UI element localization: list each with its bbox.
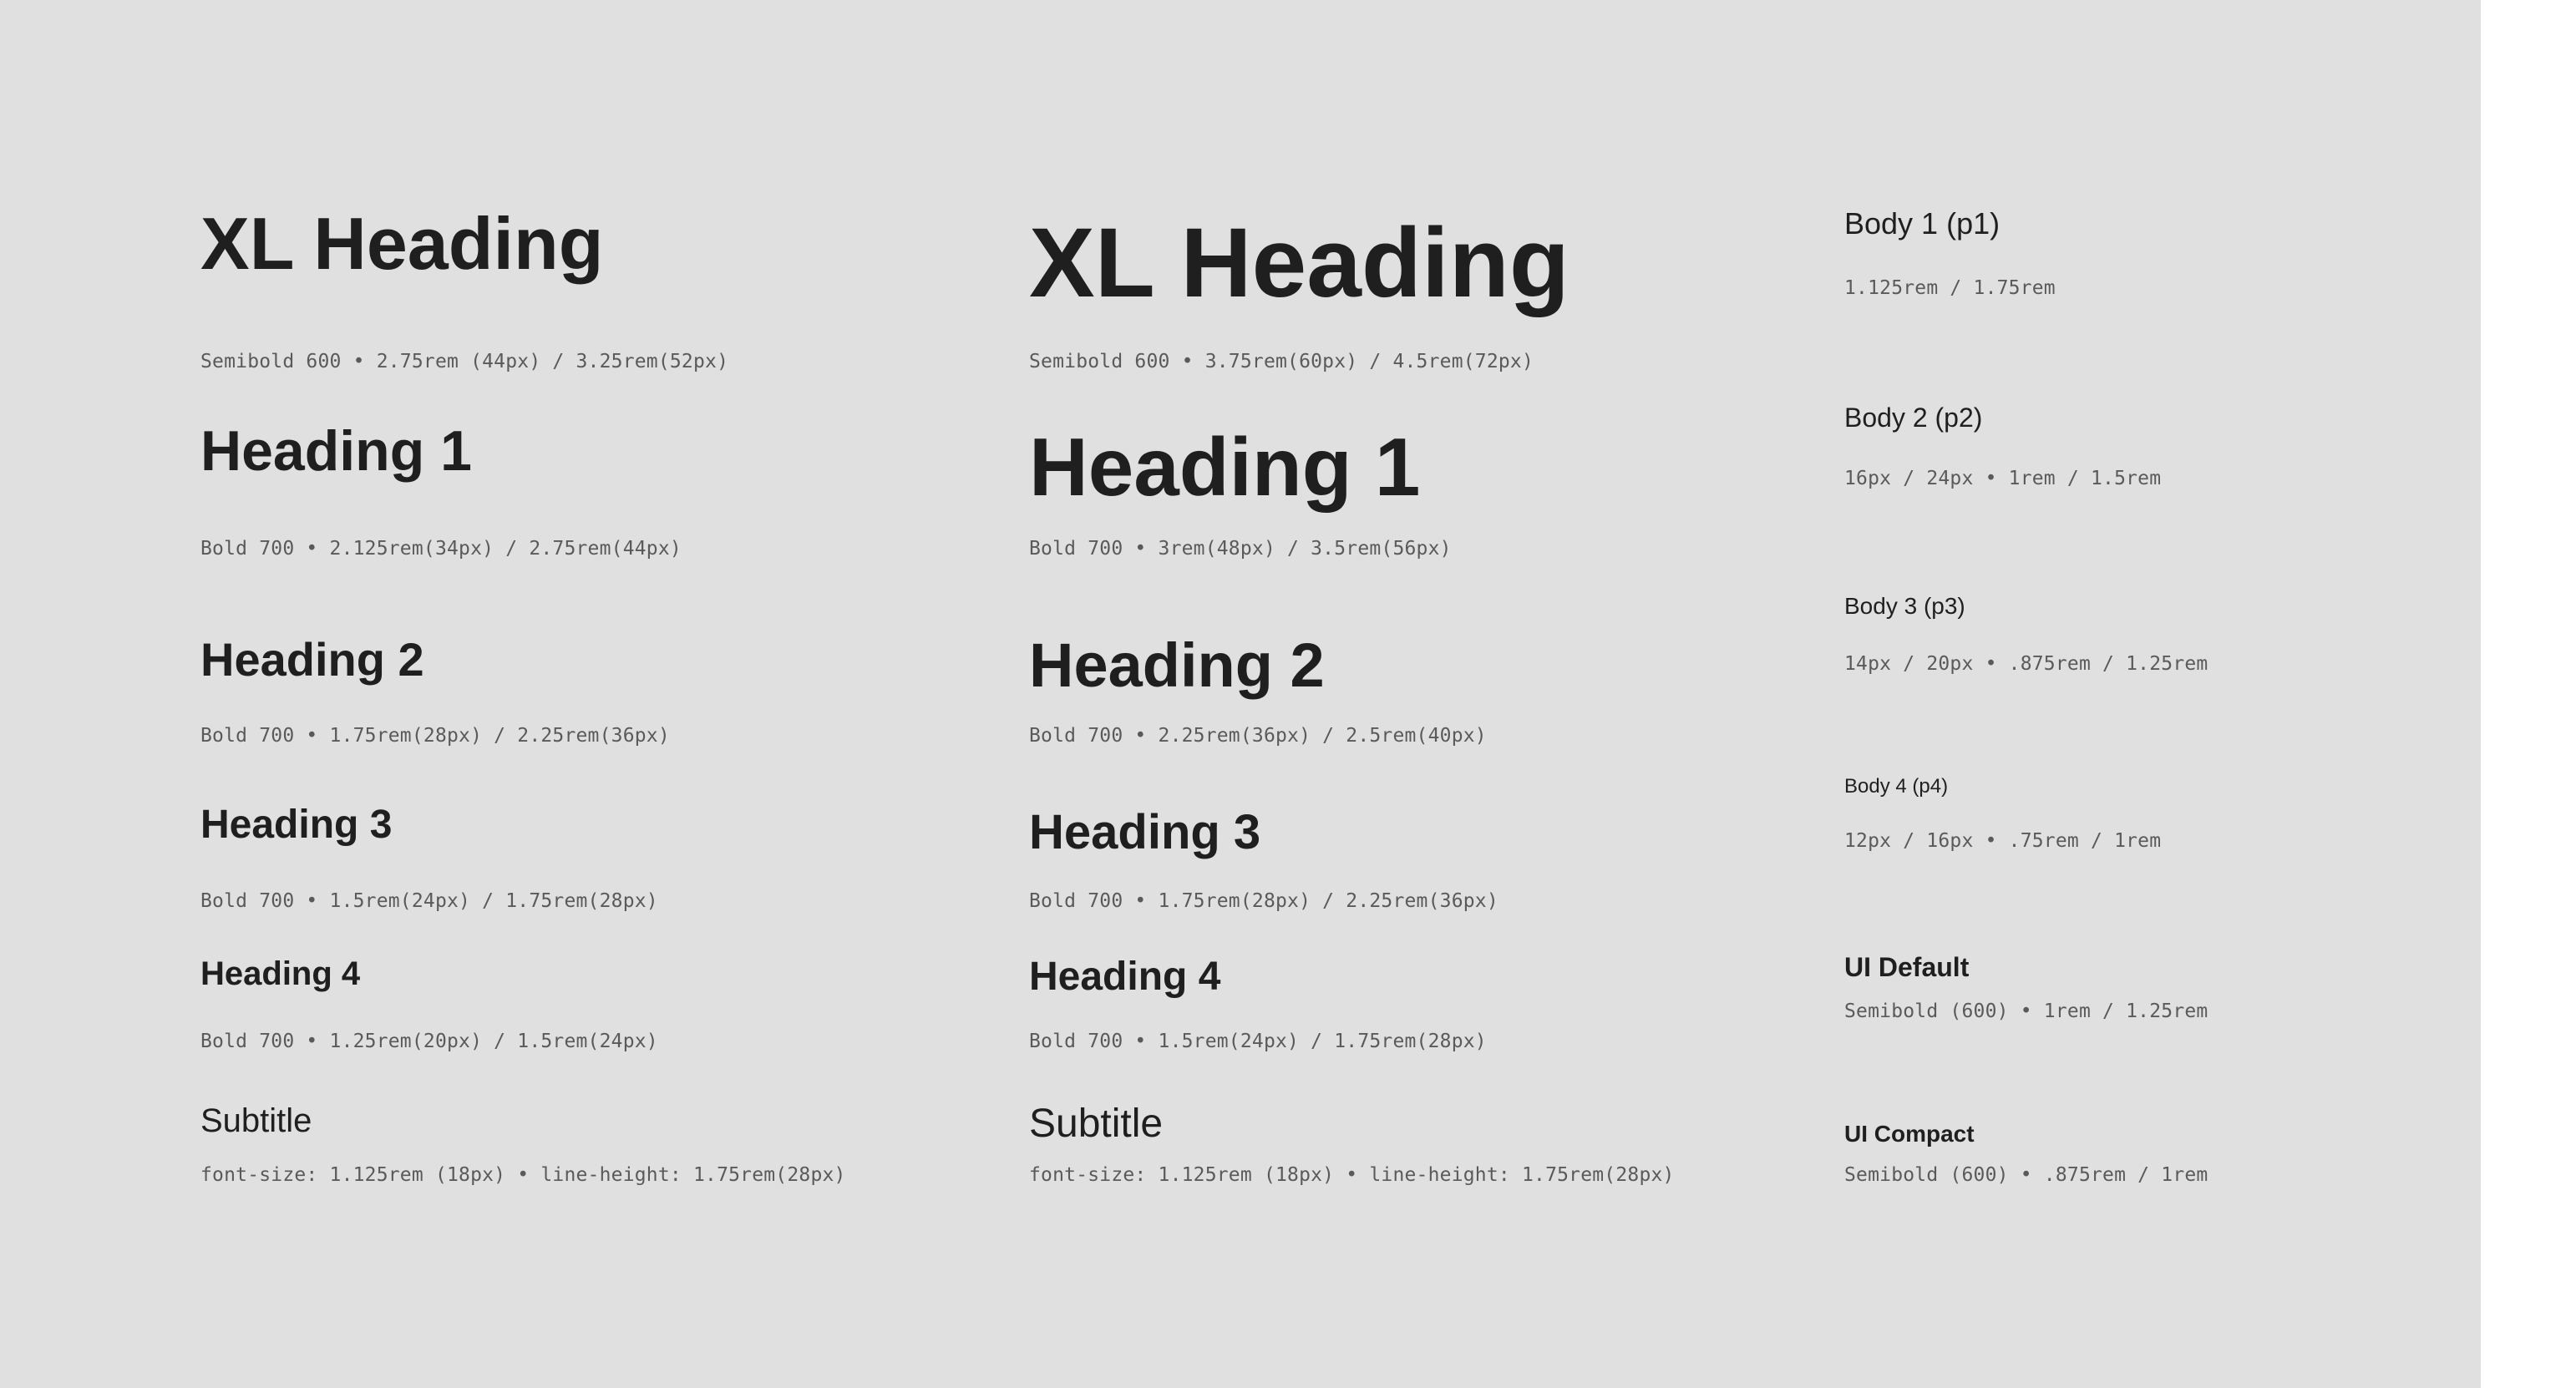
small-xl-heading-spec: Semibold 600 • 2.75rem (44px) / 3.25rem(…: [200, 351, 729, 372]
large-heading-4-spec: Bold 700 • 1.5rem(24px) / 1.75rem(28px): [1029, 1031, 1487, 1052]
large-heading-2-sample: Heading 2: [1029, 631, 1325, 700]
small-heading-3-sample: Heading 3: [200, 803, 393, 847]
body-1-sample: Body 1 (p1): [1844, 206, 2000, 241]
body-4-spec: 12px / 16px • .75rem / 1rem: [1844, 830, 2162, 852]
small-heading-3-spec: Bold 700 • 1.5rem(24px) / 1.75rem(28px): [200, 890, 658, 912]
body-4-sample: Body 4 (p4): [1844, 775, 1949, 798]
small-xl-heading-sample: XL Heading: [200, 202, 604, 285]
ui-compact-spec: Semibold (600) • .875rem / 1rem: [1844, 1164, 2208, 1186]
ui-compact-sample: UI Compact: [1844, 1121, 1975, 1147]
small-subtitle-spec: font-size: 1.125rem (18px) • line-height…: [200, 1164, 846, 1186]
small-heading-2-spec: Bold 700 • 1.75rem(28px) / 2.25rem(36px): [200, 725, 670, 747]
body-3-sample: Body 3 (p3): [1844, 593, 1965, 619]
large-heading-3-sample: Heading 3: [1029, 805, 1261, 859]
body-1-spec: 1.125rem / 1.75rem: [1844, 277, 2056, 299]
large-heading-2-spec: Bold 700 • 2.25rem(36px) / 2.5rem(40px): [1029, 725, 1487, 747]
ui-default-sample: UI Default: [1844, 952, 1970, 982]
small-heading-1-sample: Heading 1: [200, 419, 472, 483]
small-heading-2-sample: Heading 2: [200, 633, 424, 686]
small-heading-4-sample: Heading 4: [200, 955, 361, 992]
large-subtitle-sample: Subtitle: [1029, 1102, 1164, 1146]
type-specimen-canvas: XL Heading Semibold 600 • 2.75rem (44px)…: [0, 0, 2481, 1388]
small-heading-1-spec: Bold 700 • 2.125rem(34px) / 2.75rem(44px…: [200, 538, 682, 560]
ui-default-spec: Semibold (600) • 1rem / 1.25rem: [1844, 1000, 2208, 1022]
large-xl-heading-sample: XL Heading: [1029, 208, 1569, 318]
large-subtitle-spec: font-size: 1.125rem (18px) • line-height…: [1029, 1164, 1675, 1186]
large-xl-heading-spec: Semibold 600 • 3.75rem(60px) / 4.5rem(72…: [1029, 351, 1534, 372]
body-2-sample: Body 2 (p2): [1844, 403, 1983, 433]
small-heading-4-spec: Bold 700 • 1.25rem(20px) / 1.5rem(24px): [200, 1031, 658, 1052]
body-2-spec: 16px / 24px • 1rem / 1.5rem: [1844, 468, 2162, 489]
large-heading-1-spec: Bold 700 • 3rem(48px) / 3.5rem(56px): [1029, 538, 1452, 560]
small-subtitle-sample: Subtitle: [200, 1102, 312, 1139]
large-heading-4-sample: Heading 4: [1029, 955, 1221, 999]
large-heading-1-sample: Heading 1: [1029, 421, 1421, 513]
body-3-spec: 14px / 20px • .875rem / 1.25rem: [1844, 653, 2208, 675]
large-heading-3-spec: Bold 700 • 1.75rem(28px) / 2.25rem(36px): [1029, 890, 1498, 912]
